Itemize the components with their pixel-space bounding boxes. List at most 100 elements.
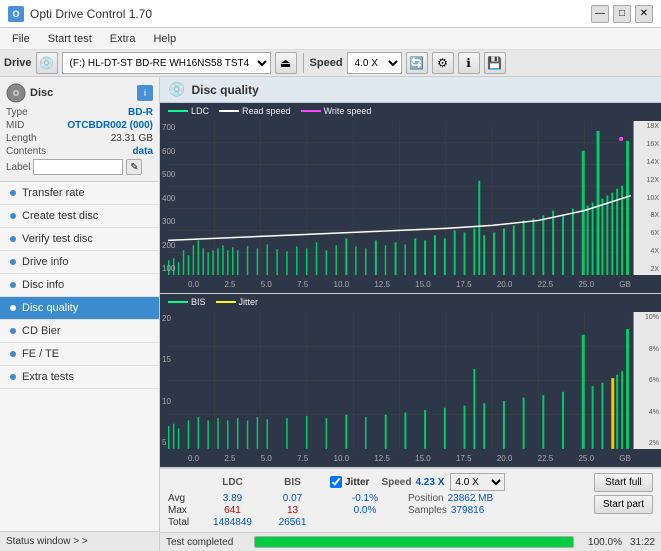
settings-button[interactable]: ⚙ xyxy=(432,52,454,74)
sidebar-item-verify-test-disc[interactable]: Verify test disc xyxy=(0,228,159,251)
status-window-button[interactable]: Status window > > xyxy=(0,531,159,551)
menu-extra[interactable]: Extra xyxy=(102,31,144,47)
nav-dot xyxy=(10,259,16,265)
nav-dot xyxy=(10,213,16,219)
stats-table: LDC BIS Jitter Speed 4.23 X 4.0 X xyxy=(168,473,586,528)
save-button[interactable]: 💾 xyxy=(484,52,506,74)
stats-max-bis: 13 xyxy=(265,505,320,516)
bis-x-axis: 0.0 2.5 5.0 7.5 10.0 12.5 15.0 17.5 20.0… xyxy=(188,449,631,467)
refresh-button[interactable]: 🔄 xyxy=(406,52,428,74)
disc-type-label: Type xyxy=(6,107,28,118)
x-label-25: 25.0 xyxy=(578,280,594,289)
stats-max-ldc: 641 xyxy=(200,505,265,516)
nav-dot xyxy=(10,236,16,242)
sidebar-item-fe-te[interactable]: FE / TE xyxy=(0,343,159,366)
speed-select-stats[interactable]: 4.0 X xyxy=(450,473,505,491)
drive-toolbar: Drive 💿 (F:) HL-DT-ST BD-RE WH16NS58 TST… xyxy=(0,50,661,77)
speed-select[interactable]: 4.0 X xyxy=(347,52,402,74)
y-right-6pct: 6% xyxy=(649,377,659,384)
y-label-500: 500 xyxy=(162,170,186,179)
speed-label: Speed xyxy=(310,57,343,69)
y-right-10x: 10X xyxy=(647,195,659,202)
stats-max-row: Max 641 13 0.0% Samples 379816 xyxy=(168,505,586,516)
disc-quality-icon: 💿 xyxy=(168,81,185,98)
eject-button[interactable]: ⏏ xyxy=(275,52,297,74)
action-buttons: Start full Start part xyxy=(594,473,653,514)
x2-label-17.5: 17.5 xyxy=(456,454,472,463)
minimize-button[interactable]: — xyxy=(591,5,609,23)
bis-chart-container: BIS Jitter xyxy=(160,294,661,468)
y-label-100: 100 xyxy=(162,264,186,273)
y-bis-15: 15 xyxy=(162,355,186,364)
toolbar-separator xyxy=(303,53,304,73)
legend-jitter: Jitter xyxy=(216,297,259,307)
legend-read-color xyxy=(219,110,239,112)
jitter-checkbox[interactable] xyxy=(330,476,342,488)
disc-label-button[interactable]: ✎ xyxy=(126,159,142,175)
app-icon: O xyxy=(8,6,24,22)
sidebar-item-label: CD Bier xyxy=(22,325,61,337)
stats-total-bis: 26561 xyxy=(265,517,320,528)
legend-ldc: LDC xyxy=(168,106,209,116)
disc-contents-value: data xyxy=(132,146,153,157)
info-button[interactable]: ℹ xyxy=(458,52,480,74)
legend-read-label: Read speed xyxy=(242,106,291,116)
x-label-10: 10.0 xyxy=(334,280,350,289)
menu-file[interactable]: File xyxy=(4,31,38,47)
sidebar-item-transfer-rate[interactable]: Transfer rate xyxy=(0,182,159,205)
y-right-8pct: 8% xyxy=(649,346,659,353)
stats-avg-bis: 0.07 xyxy=(265,493,320,504)
disc-label-input[interactable] xyxy=(33,159,123,175)
sidebar-item-extra-tests[interactable]: Extra tests xyxy=(0,366,159,389)
sidebar-item-disc-info[interactable]: Disc info xyxy=(0,274,159,297)
maximize-button[interactable]: □ xyxy=(613,5,631,23)
x-label-22.5: 22.5 xyxy=(538,280,554,289)
y-bis-10: 10 xyxy=(162,397,186,406)
sidebar-item-create-test-disc[interactable]: Create test disc xyxy=(0,205,159,228)
bis-legend: BIS Jitter xyxy=(168,297,258,307)
stats-avg-jitter: -0.1% xyxy=(330,493,400,504)
stats-area: LDC BIS Jitter Speed 4.23 X 4.0 X xyxy=(160,468,661,532)
y-label-200: 200 xyxy=(162,241,186,250)
y-right-4x: 4X xyxy=(650,248,659,255)
stats-col-speed: Speed xyxy=(381,477,411,488)
x-label-5: 5.0 xyxy=(261,280,272,289)
disc-title: Disc xyxy=(30,87,53,99)
start-full-button[interactable]: Start full xyxy=(594,473,653,492)
stats-total-ldc: 1484849 xyxy=(200,517,265,528)
disc-mid-row: MID OTCBDR002 (000) xyxy=(6,120,153,131)
ldc-y-axis-left: 700 600 500 400 300 200 100 xyxy=(160,121,188,275)
drive-select[interactable]: (F:) HL-DT-ST BD-RE WH16NS58 TST4 xyxy=(62,52,271,74)
y-right-8x: 8X xyxy=(650,212,659,219)
legend-write-speed: Write speed xyxy=(301,106,372,116)
nav-dot xyxy=(10,190,16,196)
start-part-button[interactable]: Start part xyxy=(594,495,653,514)
disc-length-label: Length xyxy=(6,133,37,144)
stats-header-row: LDC BIS Jitter Speed 4.23 X 4.0 X xyxy=(168,473,586,491)
samples-value: 379816 xyxy=(451,505,484,516)
y-right-2pct: 2% xyxy=(649,440,659,447)
y-right-16x: 16X xyxy=(647,141,659,148)
close-button[interactable]: ✕ xyxy=(635,5,653,23)
disc-icon xyxy=(6,83,26,103)
y-right-2x: 2X xyxy=(650,266,659,273)
menu-start-test[interactable]: Start test xyxy=(40,31,100,47)
sidebar-item-disc-quality[interactable]: Disc quality xyxy=(0,297,159,320)
x2-label-25: 25.0 xyxy=(578,454,594,463)
legend-write-color xyxy=(301,110,321,112)
sidebar-item-cd-bier[interactable]: CD Bier xyxy=(0,320,159,343)
menu-help[interactable]: Help xyxy=(145,31,184,47)
drive-icon-button[interactable]: 💿 xyxy=(36,52,58,74)
x-label-17.5: 17.5 xyxy=(456,280,472,289)
disc-type-row: Type BD-R xyxy=(6,107,153,118)
bis-chart-svg xyxy=(168,312,631,449)
y-label-600: 600 xyxy=(162,147,186,156)
position-label: Position xyxy=(408,493,444,504)
samples-label: Samples xyxy=(408,505,447,516)
y-label-300: 300 xyxy=(162,217,186,226)
sidebar-item-drive-info[interactable]: Drive info xyxy=(0,251,159,274)
y-bis-20: 20 xyxy=(162,314,186,323)
sidebar-item-label: Create test disc xyxy=(22,210,98,222)
sidebar-item-label: Transfer rate xyxy=(22,187,85,199)
speed-value-display: 4.23 X xyxy=(415,477,444,488)
